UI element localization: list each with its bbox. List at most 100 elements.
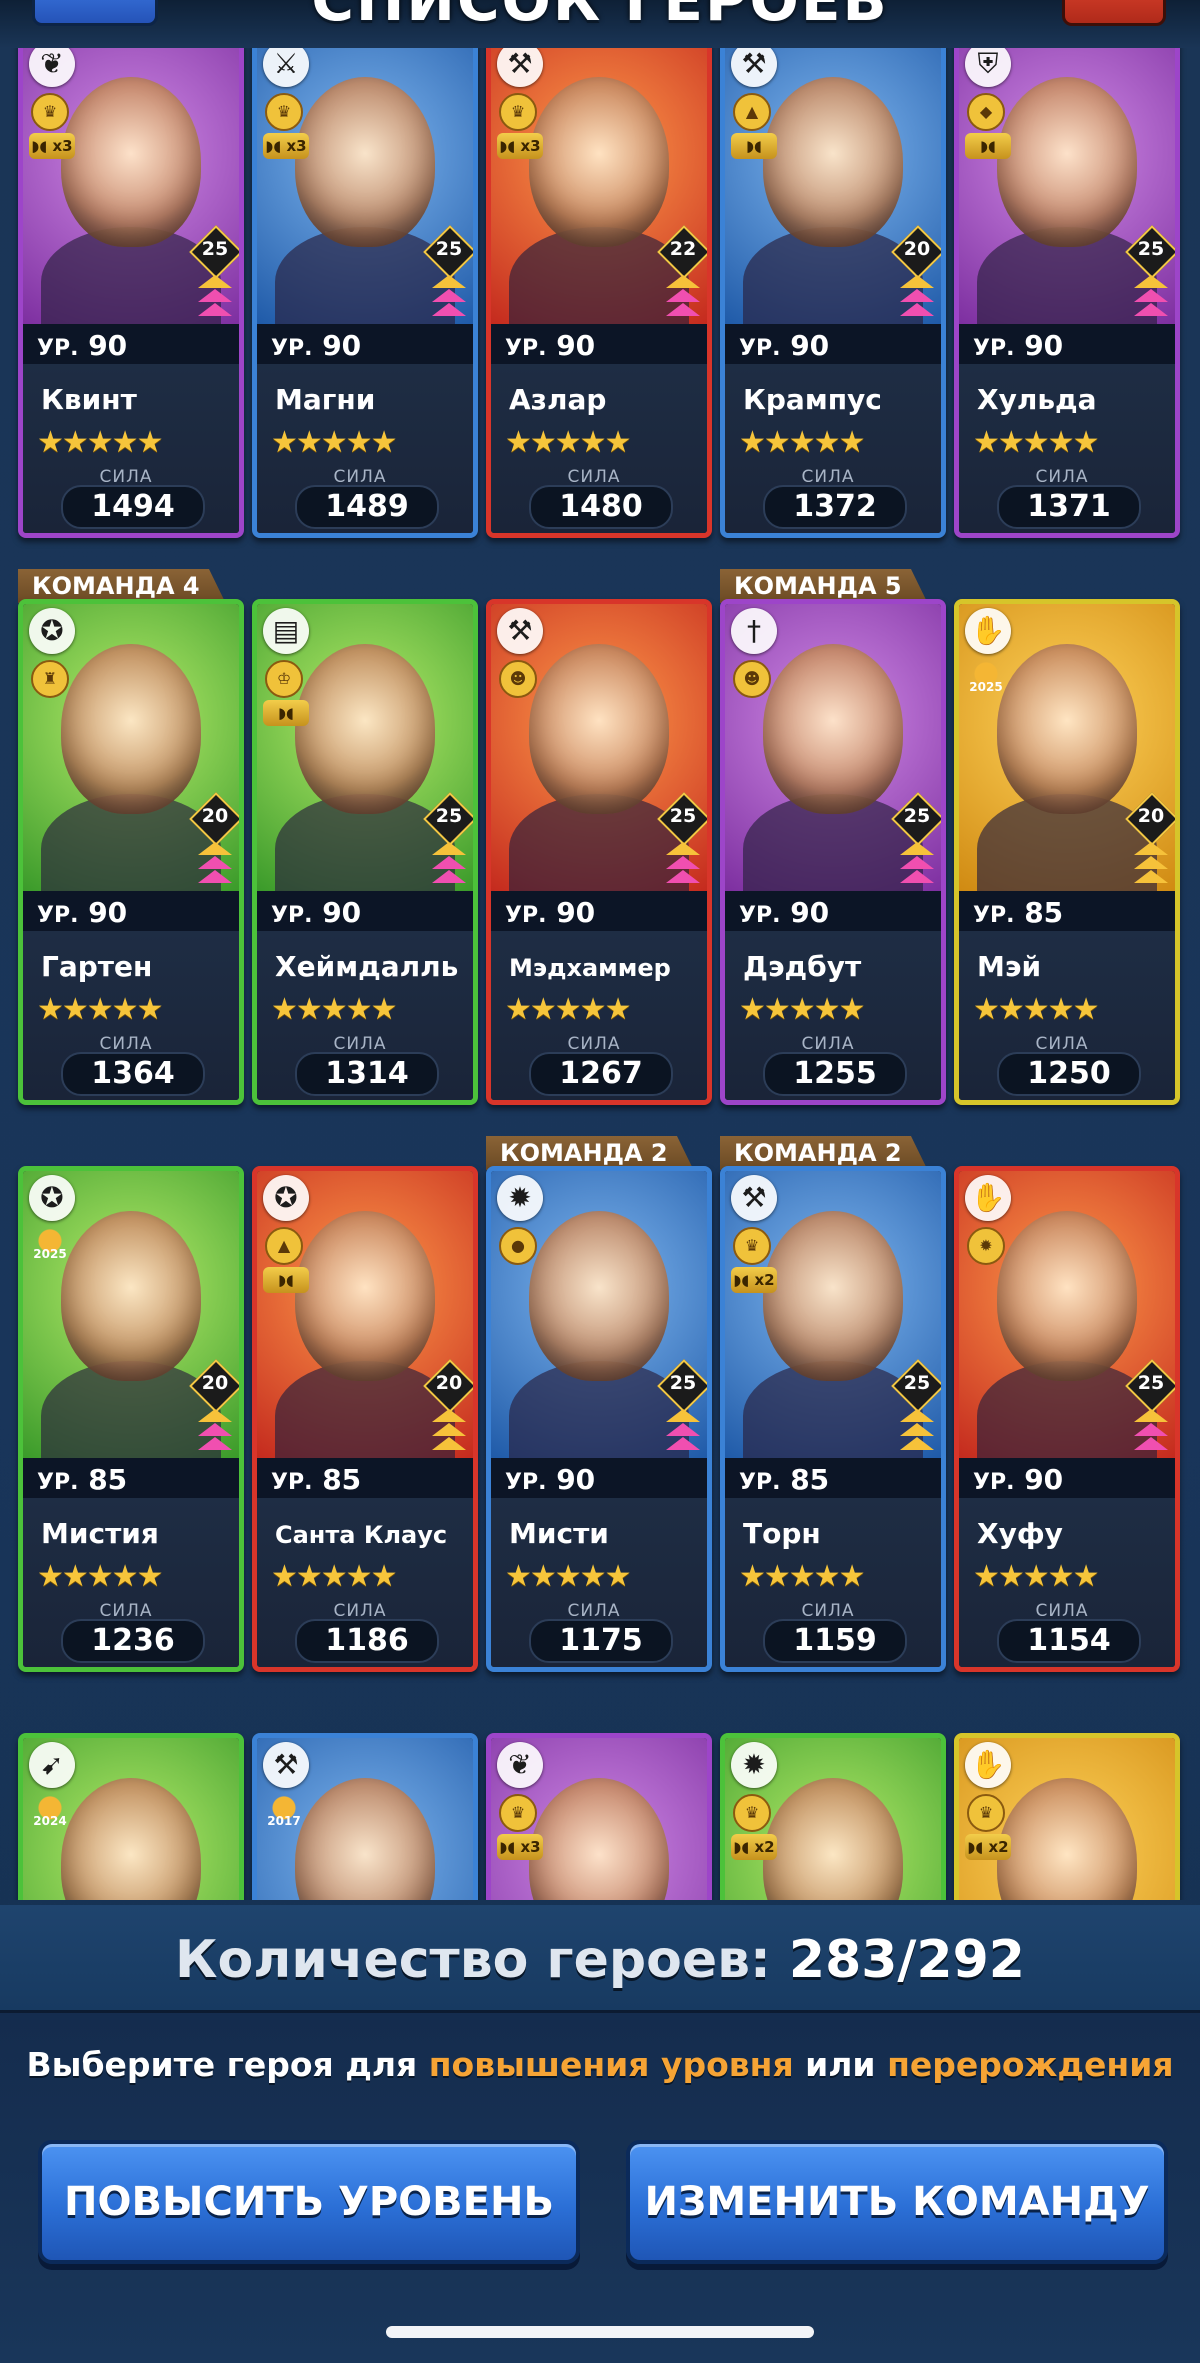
sun-icon: ✹ bbox=[967, 1227, 1005, 1265]
hero-face-art bbox=[61, 1211, 201, 1381]
power-label: СИЛА bbox=[1035, 1601, 1089, 1621]
hero-name: Азлар bbox=[509, 383, 607, 416]
rank-chevron bbox=[900, 1437, 934, 1450]
hero-card[interactable]: ➹ 2024 bbox=[18, 1733, 244, 1900]
level-value: 90 bbox=[556, 896, 596, 929]
level-prefix: УР. bbox=[505, 1470, 547, 1495]
hero-face-art bbox=[61, 1778, 201, 1900]
hero-card[interactable]: ▤ ♔ ◗◖ 25 УР. 90 Хеймдалль ★★★★★ СИЛА 1314 bbox=[252, 599, 478, 1105]
hero-face-art bbox=[529, 1778, 669, 1900]
instruction-text: Выберите героя для повышения уровня или … bbox=[0, 2045, 1200, 2084]
year-badge: 2025 bbox=[29, 1229, 71, 1263]
level-prefix: УР. bbox=[271, 336, 313, 361]
level-up-button[interactable]: ПОВЫСИТЬ УРОВЕНЬ bbox=[38, 2140, 580, 2264]
mask-icon: ◗◖ x2 bbox=[731, 1267, 777, 1293]
hero-portrait: ✪ 2025 20 bbox=[23, 1171, 239, 1458]
change-team-button[interactable]: ИЗМЕНИТЬ КОМАНДУ bbox=[626, 2140, 1168, 2264]
hero-card[interactable]: ⚒ 2017 bbox=[252, 1733, 478, 1900]
hero-card[interactable]: ⚔ ♛ ◗◖ x3 25 УР. 90 Магни ★★★★★ СИЛА 1489 bbox=[252, 32, 478, 538]
hero-card[interactable]: ✪ ♜ 20 УР. 90 Гартен ★★★★★ СИЛА 1364 bbox=[18, 599, 244, 1105]
hero-grid: ❦ ♛ ◗◖ x3 25 УР. 90 Квинт ★★★★★ СИЛА 1494 ⚔ ♛ ◗◖ x3… bbox=[0, 0, 1200, 1900]
hero-card[interactable]: ⚒ ☻ 25 УР. 90 Мэдхаммер ★★★★★ СИЛА 1267 bbox=[486, 599, 712, 1105]
team-tag: КОМАНДА 4 bbox=[18, 569, 226, 603]
hero-power: 1494 bbox=[61, 485, 205, 529]
power-label: СИЛА bbox=[333, 1034, 387, 1054]
hero-card[interactable]: ❦ ♛ ◗◖ x3 25 УР. 90 Квинт ★★★★★ СИЛА 1494 bbox=[18, 32, 244, 538]
power-label: СИЛА bbox=[1035, 1034, 1089, 1054]
level-value: 90 bbox=[790, 896, 830, 929]
level-prefix: УР. bbox=[37, 1470, 79, 1495]
hero-face-art bbox=[997, 1211, 1137, 1381]
hero-card[interactable]: ⛨ ◆ ◗◖ 25 УР. 90 Хульда ★★★★★ СИЛА 1371 bbox=[954, 32, 1180, 538]
hero-portrait: ✋ 2025 20 bbox=[959, 604, 1175, 891]
rank-chevron bbox=[432, 842, 466, 855]
rank-chevron bbox=[432, 856, 466, 869]
star-tier-indicator: 25 bbox=[1125, 1359, 1175, 1457]
rank-chevron bbox=[198, 842, 232, 855]
mask-icon: ◗◖ bbox=[263, 1267, 309, 1293]
level-prefix: УР. bbox=[505, 336, 547, 361]
hero-name: Хульда bbox=[977, 383, 1097, 416]
hero-card[interactable]: ✋ ♛ ◗◖ x2 bbox=[954, 1733, 1180, 1900]
hero-card[interactable]: † ☻ 25 УР. 90 Дэдбут ★★★★★ СИЛА 1255 bbox=[720, 599, 946, 1105]
hero-name: Мистия bbox=[41, 1517, 159, 1550]
rank-chevron bbox=[900, 289, 934, 302]
hero-card[interactable]: ✪ 2025 20 УР. 85 Мистия ★★★★★ СИЛА 1236 bbox=[18, 1166, 244, 1672]
hero-card[interactable]: ❦ ♛ ◗◖ x3 bbox=[486, 1733, 712, 1900]
hero-card[interactable]: ✪ ▲ ◗◖ 20 УР. 85 Санта Клаус ★★★★★ СИЛА 1186 bbox=[252, 1166, 478, 1672]
star-rating: ★★★★★ bbox=[739, 425, 865, 460]
hero-power: 1159 bbox=[763, 1619, 907, 1663]
rank-chevron bbox=[900, 303, 934, 316]
star-tier-indicator: 25 bbox=[891, 792, 941, 890]
goblin-icon: ☻ bbox=[499, 660, 537, 698]
level-prefix: УР. bbox=[973, 903, 1015, 928]
hero-face-art bbox=[295, 1211, 435, 1381]
rank-chevron bbox=[1134, 275, 1168, 288]
rank-chevron bbox=[666, 842, 700, 855]
hero-level: УР. 90 bbox=[505, 1463, 595, 1496]
hero-portrait: ➹ 2024 bbox=[23, 1738, 239, 1900]
star-rating: ★★★★★ bbox=[505, 992, 631, 1027]
level-prefix: УР. bbox=[505, 903, 547, 928]
level-prefix: УР. bbox=[739, 903, 781, 928]
castle-icon: ♜ bbox=[31, 660, 69, 698]
star-tier-indicator: 20 bbox=[189, 1359, 239, 1457]
crown-icon: ♔ bbox=[265, 660, 303, 698]
hero-count-value: 283/292 bbox=[788, 1930, 1025, 1990]
rank-chevron bbox=[1134, 856, 1168, 869]
hero-face-art bbox=[763, 1211, 903, 1381]
hero-power: 1186 bbox=[295, 1619, 439, 1663]
hero-card[interactable]: ✋ ✹ 25 УР. 90 Хуфу ★★★★★ СИЛА 1154 bbox=[954, 1166, 1180, 1672]
level-prefix: УР. bbox=[271, 1470, 313, 1495]
close-button[interactable] bbox=[1062, 0, 1166, 26]
mask-count: x2 bbox=[988, 1838, 1009, 1856]
hero-card[interactable]: ✹ ♛ ◗◖ x2 bbox=[720, 1733, 946, 1900]
star-rating: ★★★★★ bbox=[973, 1559, 1099, 1594]
hero-portrait: † ☻ 25 bbox=[725, 604, 941, 891]
rank-chevron bbox=[198, 303, 232, 316]
mask-icon: ◗◖ x3 bbox=[497, 133, 543, 159]
star-tier-indicator: 20 bbox=[189, 792, 239, 890]
hero-power: 1255 bbox=[763, 1052, 907, 1096]
power-label: СИЛА bbox=[801, 1601, 855, 1621]
power-label: СИЛА bbox=[99, 1034, 153, 1054]
hat-icon: ▲ bbox=[733, 93, 771, 131]
hero-portrait: ✋ ✹ 25 bbox=[959, 1171, 1175, 1458]
level-prefix: УР. bbox=[271, 903, 313, 928]
rank-chevron bbox=[1134, 1409, 1168, 1422]
rank-chevron bbox=[432, 1409, 466, 1422]
hero-card[interactable]: ✋ 2025 20 УР. 85 Мэй ★★★★★ СИЛА 1250 bbox=[954, 599, 1180, 1105]
tier-number: 25 bbox=[201, 238, 229, 260]
tier-number: 20 bbox=[201, 805, 229, 827]
hero-name: Мэдхаммер bbox=[509, 954, 671, 982]
hero-card[interactable]: ⚒ ▲ ◗◖ 20 УР. 90 Крампус ★★★★★ СИЛА 1372 bbox=[720, 32, 946, 538]
power-label: СИЛА bbox=[567, 1034, 621, 1054]
power-label: СИЛА bbox=[333, 1601, 387, 1621]
hero-portrait: ✹ ♛ ◗◖ x2 bbox=[725, 1738, 941, 1900]
hero-card[interactable]: ⚒ ♛ ◗◖ x3 22 УР. 90 Азлар ★★★★★ СИЛА 1480 bbox=[486, 32, 712, 538]
rank-chevron bbox=[198, 289, 232, 302]
star-rating: ★★★★★ bbox=[739, 1559, 865, 1594]
hero-card[interactable]: ⚒ ♛ ◗◖ x2 25 УР. 85 Торн ★★★★★ СИЛА 1159 bbox=[720, 1166, 946, 1672]
level-value: 90 bbox=[556, 1463, 596, 1496]
hero-card[interactable]: ✹ ● 25 УР. 90 Мисти ★★★★★ СИЛА 1175 bbox=[486, 1166, 712, 1672]
